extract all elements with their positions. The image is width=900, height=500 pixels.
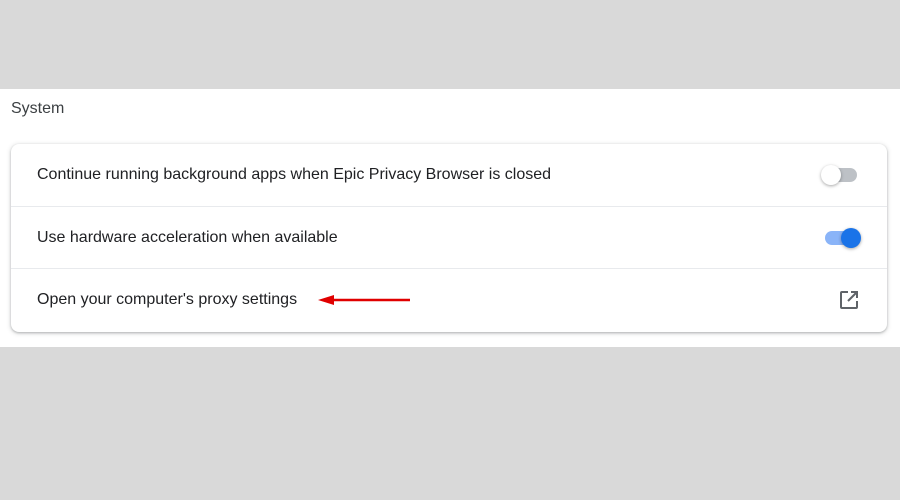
setting-row-background-apps[interactable]: Continue running background apps when Ep… xyxy=(11,144,887,206)
open-in-new-icon[interactable] xyxy=(837,288,861,312)
setting-label-proxy-settings: Open your computer's proxy settings xyxy=(37,290,298,308)
setting-label-hardware-acceleration: Use hardware acceleration when available xyxy=(37,228,338,246)
open-in-new-icon-graphic xyxy=(840,290,858,309)
red-arrow-annotation xyxy=(318,295,410,305)
settings-card: Continue running background apps when Ep… xyxy=(11,144,887,332)
toggle-knob xyxy=(841,227,861,248)
background-apps-toggle[interactable] xyxy=(821,163,861,187)
section-title: System xyxy=(11,100,65,117)
setting-row-proxy-settings[interactable]: Open your computer's proxy settings xyxy=(11,268,887,330)
setting-label-background-apps: Continue running background apps when Ep… xyxy=(37,166,552,183)
system-settings-panel: System Continue running background apps … xyxy=(0,89,900,347)
setting-row-hardware-acceleration[interactable]: Use hardware acceleration when available xyxy=(11,206,887,268)
hardware-acceleration-toggle[interactable] xyxy=(821,226,861,250)
toggle-knob xyxy=(821,165,841,185)
